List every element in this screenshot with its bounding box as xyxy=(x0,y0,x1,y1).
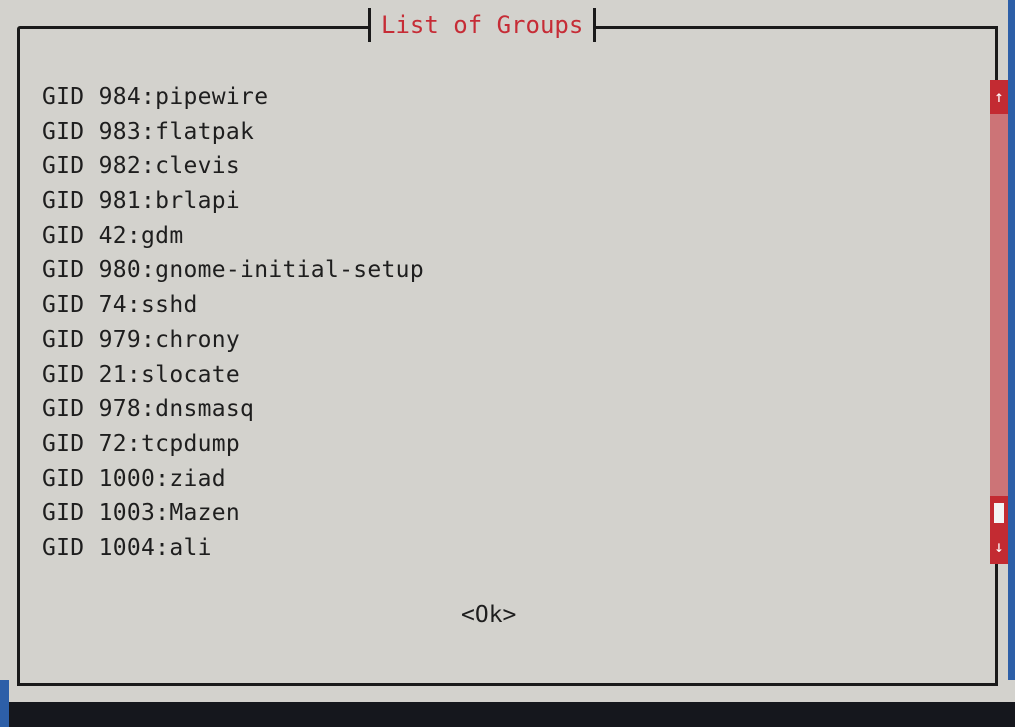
list-item[interactable]: GID 978:dnsmasq xyxy=(42,392,424,427)
list-item[interactable]: GID 42:gdm xyxy=(42,219,424,254)
list-item[interactable]: GID 72:tcpdump xyxy=(42,427,424,462)
list-item[interactable]: GID 979:chrony xyxy=(42,323,424,358)
list-item[interactable]: GID 981:brlapi xyxy=(42,184,424,219)
list-item[interactable]: GID 984:pipewire xyxy=(42,80,424,115)
list-item[interactable]: GID 1004:ali xyxy=(42,531,424,566)
group-list[interactable]: GID 984:pipewire GID 983:flatpak GID 982… xyxy=(42,80,424,566)
terminal-bottom-bar xyxy=(0,702,1015,727)
scrollbar-thumb-track[interactable] xyxy=(990,496,1008,530)
list-item[interactable]: GID 1000:ziad xyxy=(42,462,424,497)
terminal-edge-right xyxy=(1008,0,1015,680)
ok-button[interactable]: <Ok> xyxy=(459,598,518,632)
list-item[interactable]: GID 74:sshd xyxy=(42,288,424,323)
list-item[interactable]: GID 983:flatpak xyxy=(42,115,424,150)
list-item[interactable]: GID 1003:Mazen xyxy=(42,496,424,531)
list-item[interactable]: GID 982:clevis xyxy=(42,149,424,184)
vertical-scrollbar[interactable]: ↑ ↓ xyxy=(990,80,1008,564)
dialog-title: List of Groups xyxy=(368,8,597,42)
scroll-up-arrow-icon[interactable]: ↑ xyxy=(990,80,1008,114)
scroll-down-arrow-icon[interactable]: ↓ xyxy=(990,530,1008,564)
list-item[interactable]: GID 980:gnome-initial-setup xyxy=(42,253,424,288)
list-item[interactable]: GID 21:slocate xyxy=(42,358,424,393)
terminal-edge-left xyxy=(0,680,9,727)
scrollbar-thumb[interactable] xyxy=(994,503,1004,523)
